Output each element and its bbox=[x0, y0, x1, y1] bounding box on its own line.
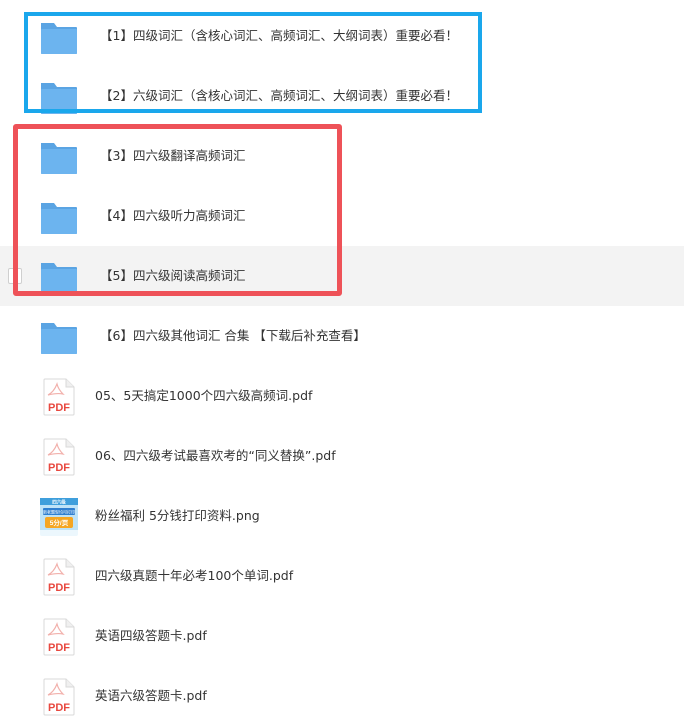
folder-icon bbox=[41, 23, 77, 54]
file-name[interactable]: 粉丝福利 5分钱打印资料.png bbox=[95, 486, 260, 546]
pdf-file-icon: PDF bbox=[43, 438, 75, 476]
folder-icon bbox=[41, 143, 77, 174]
image-thumbnail-icon: 四六级 新老题型均可打印 5分/页 bbox=[40, 498, 78, 536]
file-name[interactable]: 06、四六级考试最喜欢考的“同义替换”.pdf bbox=[95, 426, 336, 486]
pdf-badge: PDF bbox=[48, 582, 70, 594]
file-row-pdf-3[interactable]: PDF 四六级真题十年必考100个单词.pdf bbox=[0, 546, 684, 606]
folder-icon bbox=[41, 203, 77, 234]
pdf-badge: PDF bbox=[48, 462, 70, 474]
file-row-pdf-2[interactable]: PDF 06、四六级考试最喜欢考的“同义替换”.pdf bbox=[0, 426, 684, 486]
file-name[interactable]: 05、5天搞定1000个四六级高频词.pdf bbox=[95, 366, 312, 426]
file-row-folder-2[interactable]: 【2】六级词汇（含核心词汇、高频词汇、大纲词表）重要必看！ bbox=[0, 66, 684, 126]
pdf-badge: PDF bbox=[48, 642, 70, 654]
folder-icon bbox=[41, 323, 77, 354]
row-checkbox[interactable] bbox=[8, 268, 22, 284]
folder-icon bbox=[41, 263, 77, 294]
folder-icon bbox=[41, 83, 77, 114]
pdf-file-icon: PDF bbox=[43, 678, 75, 716]
file-row-pdf-5[interactable]: PDF 英语六级答题卡.pdf bbox=[0, 666, 684, 726]
file-row-folder-3[interactable]: 【3】四六级翻译高频词汇 bbox=[0, 126, 684, 186]
file-name[interactable]: 英语四级答题卡.pdf bbox=[95, 606, 207, 666]
file-name[interactable]: 【3】四六级翻译高频词汇 bbox=[100, 126, 245, 186]
thumbnail-middle-text: 新老题型均可打印 bbox=[43, 508, 75, 514]
thumbnail-bottom-text: 5分/页 bbox=[50, 518, 69, 527]
file-name[interactable]: 【6】四六级其他词汇 合集 【下载后补充查看】 bbox=[100, 306, 366, 366]
file-name[interactable]: 【4】四六级听力高频词汇 bbox=[100, 186, 245, 246]
file-name[interactable]: 四六级真题十年必考100个单词.pdf bbox=[95, 546, 293, 606]
file-name[interactable]: 【5】四六级阅读高频词汇 bbox=[100, 246, 245, 306]
file-name[interactable]: 【2】六级词汇（含核心词汇、高频词汇、大纲词表）重要必看！ bbox=[100, 66, 458, 126]
file-list: 【1】四级词汇（含核心词汇、高频词汇、大纲词表）重要必看！ 【2】六级词汇（含核… bbox=[0, 0, 684, 716]
file-row-folder-1[interactable]: 【1】四级词汇（含核心词汇、高频词汇、大纲词表）重要必看！ bbox=[0, 6, 684, 66]
file-row-image[interactable]: 四六级 新老题型均可打印 5分/页 粉丝福利 5分钱打印资料.png bbox=[0, 486, 684, 546]
pdf-file-icon: PDF bbox=[43, 618, 75, 656]
file-row-pdf-1[interactable]: PDF 05、5天搞定1000个四六级高频词.pdf bbox=[0, 366, 684, 426]
file-row-folder-5[interactable]: 【5】四六级阅读高频词汇 bbox=[0, 246, 684, 306]
pdf-file-icon: PDF bbox=[43, 558, 75, 596]
file-row-folder-4[interactable]: 【4】四六级听力高频词汇 bbox=[0, 186, 684, 246]
pdf-badge: PDF bbox=[48, 402, 70, 414]
file-name[interactable]: 英语六级答题卡.pdf bbox=[95, 666, 207, 726]
file-name[interactable]: 【1】四级词汇（含核心词汇、高频词汇、大纲词表）重要必看！ bbox=[100, 6, 458, 66]
pdf-badge: PDF bbox=[48, 702, 70, 714]
file-row-folder-6[interactable]: 【6】四六级其他词汇 合集 【下载后补充查看】 bbox=[0, 306, 684, 366]
pdf-file-icon: PDF bbox=[43, 378, 75, 416]
thumbnail-top-text: 四六级 bbox=[52, 499, 66, 506]
file-row-pdf-4[interactable]: PDF 英语四级答题卡.pdf bbox=[0, 606, 684, 666]
